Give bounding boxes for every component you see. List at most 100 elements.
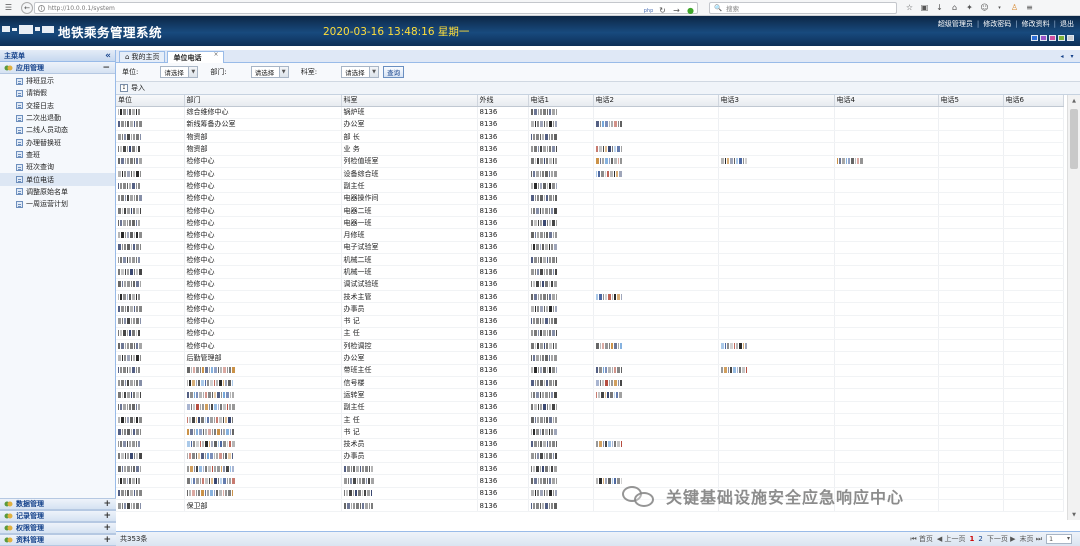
table-row[interactable]: 检修中心 机械二班 8136 (116, 253, 1064, 267)
table-row[interactable]: 检修中心 电器二班 8136 (116, 204, 1064, 218)
sidebar-item[interactable]: 办理替换班 (0, 136, 115, 148)
theme-swatch[interactable] (1040, 35, 1047, 41)
table-row[interactable]: 主 任 8136 (116, 413, 1064, 427)
table-row[interactable]: 检修中心 月修班 8136 (116, 228, 1064, 242)
table-row[interactable]: 书 记 8136 (116, 425, 1064, 439)
table-row[interactable]: 保卫部 8136 (116, 499, 1064, 513)
table-row[interactable]: 检修中心 列检值班室 8136 (116, 155, 1064, 168)
tab-unit-phone[interactable]: 单位电话 × (167, 51, 225, 63)
theme-swatch[interactable] (1049, 35, 1056, 41)
collapse-group-icon[interactable]: − (102, 63, 110, 73)
user-icon[interactable]: ♙ (1008, 1, 1021, 14)
overflow-menu-icon[interactable]: ≡ (1023, 1, 1036, 14)
last-page-link[interactable]: 末页 ⏭ (1019, 534, 1042, 544)
table-row[interactable]: 新线筹备办公室 办公室 8136 (116, 118, 1064, 132)
page-select[interactable]: 1 (1046, 534, 1072, 544)
sidebar-group-app-management[interactable]: 应用管理 − (0, 62, 115, 74)
table-row[interactable]: 检修中心 电子试验室 8136 (116, 241, 1064, 255)
table-row[interactable]: 8136 (116, 474, 1064, 488)
table-row[interactable]: 后勤管理部 办公室 8136 (116, 351, 1064, 365)
collapse-sidebar-icon[interactable]: « (105, 51, 111, 61)
table-row[interactable]: 物资部部 长 8136 (116, 130, 1064, 144)
table-row[interactable]: 技术员 8136 (116, 438, 1064, 451)
tab-scroll-icon[interactable]: ◂ (1058, 52, 1066, 60)
sidebar-group[interactable]: 数据管理 + (0, 498, 116, 510)
table-row[interactable]: 8136 (116, 462, 1064, 476)
theme-swatch[interactable] (1058, 35, 1065, 41)
edit-profile-link[interactable]: 修改资料 (1022, 19, 1050, 29)
column-header[interactable]: 电话5 (938, 95, 1004, 107)
back-icon[interactable]: ← (21, 1, 33, 14)
sidebar-item[interactable]: 请销假 (0, 87, 115, 99)
scroll-up-icon[interactable]: ▲ (1068, 95, 1080, 106)
clipboard-icon[interactable]: ▣ (918, 1, 931, 14)
table-row[interactable]: 8136 (116, 487, 1064, 501)
tab-home[interactable]: ⌂ 我的主页 (119, 51, 166, 62)
smiley-icon[interactable]: ☺ (978, 1, 991, 14)
next-page-link[interactable]: 下一页 ▶ (987, 534, 1016, 544)
table-row[interactable]: 检修中心 设备综合班 8136 (116, 167, 1064, 181)
sidebar-item[interactable]: 查班 (0, 149, 115, 161)
first-page-link[interactable]: ⏮ 首页 (910, 534, 933, 544)
unit-select[interactable]: 请选择 ▼ (160, 66, 199, 78)
user-role-link[interactable]: 超级管理员 (938, 19, 973, 29)
expand-group-icon[interactable]: + (103, 535, 111, 545)
column-header[interactable]: 外线 (477, 95, 529, 107)
sidebar-item[interactable]: 一周运营计划 (0, 198, 115, 210)
table-row[interactable]: 信号楼 8136 (116, 376, 1064, 390)
home-icon[interactable]: ⌂ (948, 1, 961, 14)
table-row[interactable]: 检修中心主 任 8136 (116, 327, 1064, 341)
table-row[interactable]: 检修中心 电器操作间 8136 (116, 192, 1064, 205)
table-row[interactable]: 物资部业 务 8136 (116, 142, 1064, 156)
expand-group-icon[interactable]: + (103, 511, 111, 521)
table-row[interactable]: 检修中心 列检调控 8136 (116, 339, 1064, 353)
column-header[interactable]: 电话1 (528, 95, 594, 107)
address-bar[interactable]: i http://10.0.0.1/system php ↻ → ● (34, 2, 698, 15)
page-2-link[interactable]: 2 (978, 535, 982, 543)
sidebar-item[interactable]: 二线人员动态 (0, 124, 115, 136)
sidebar-group[interactable]: 权限管理 + (0, 522, 116, 534)
expand-group-icon[interactable]: + (103, 499, 111, 509)
logout-link[interactable]: 退出 (1060, 19, 1074, 29)
page-1-link[interactable]: 1 (970, 535, 975, 543)
column-header[interactable]: 电话4 (834, 95, 939, 107)
change-password-link[interactable]: 修改密码 (983, 19, 1011, 29)
column-header[interactable]: 电话3 (718, 95, 835, 107)
scrollbar-thumb[interactable] (1070, 109, 1078, 169)
table-row[interactable]: 办事员 8136 (116, 450, 1064, 464)
extension-icon[interactable]: ✦ (963, 1, 976, 14)
sidebar-item[interactable]: 调整原始名单 (0, 186, 115, 198)
table-row[interactable]: 运转室 8136 (116, 388, 1064, 402)
table-row[interactable]: 检修中心 电器一班 8136 (116, 216, 1064, 230)
table-row[interactable]: 检修中心 副主任 8136 (116, 179, 1064, 193)
sidebar-item[interactable]: 班次查询 (0, 161, 115, 173)
bookmark-star-icon[interactable]: ☆ (903, 1, 916, 14)
table-row[interactable]: 检修中心 办事员 8136 (116, 302, 1064, 316)
scroll-down-icon[interactable]: ▼ (1068, 509, 1080, 520)
theme-swatch[interactable] (1067, 35, 1074, 41)
column-header[interactable]: 科室 (341, 95, 478, 107)
table-row[interactable]: 带班主任 8136 (116, 364, 1064, 378)
tab-menu-icon[interactable]: ▾ (1068, 52, 1076, 60)
room-select[interactable]: 请选择 ▼ (341, 66, 380, 78)
theme-swatch[interactable] (1031, 35, 1038, 41)
column-header[interactable]: 部门 (184, 95, 342, 107)
download-icon[interactable]: ↓ (933, 1, 946, 14)
sidebar-item[interactable]: 交接日志 (0, 100, 115, 112)
prev-page-link[interactable]: ◀ 上一页 (937, 534, 966, 544)
import-button[interactable]: 导入 (131, 83, 145, 93)
table-row[interactable]: 检修中心 调试试验班 8136 (116, 278, 1064, 291)
menu-icon[interactable]: ☰ (2, 1, 15, 14)
expand-group-icon[interactable]: + (103, 523, 111, 533)
table-row[interactable]: 副主任 8136 (116, 401, 1064, 414)
sidebar-group[interactable]: 记录管理 + (0, 510, 116, 522)
column-header[interactable]: 单位 (116, 95, 185, 107)
dept-select[interactable]: 请选择 ▼ (250, 66, 289, 78)
table-row[interactable]: 综合维修中心 锅炉班 8136 (116, 106, 1064, 119)
table-row[interactable]: 检修中心 机械一班 8136 (116, 265, 1064, 279)
column-header[interactable]: 电话2 (593, 95, 719, 107)
search-input[interactable]: 🔍 搜索 (709, 2, 897, 14)
sidebar-group[interactable]: 资料管理 + (0, 534, 116, 546)
sidebar-item[interactable]: 二次出退勤 (0, 112, 115, 124)
column-header[interactable]: 电话6 (1003, 95, 1064, 107)
